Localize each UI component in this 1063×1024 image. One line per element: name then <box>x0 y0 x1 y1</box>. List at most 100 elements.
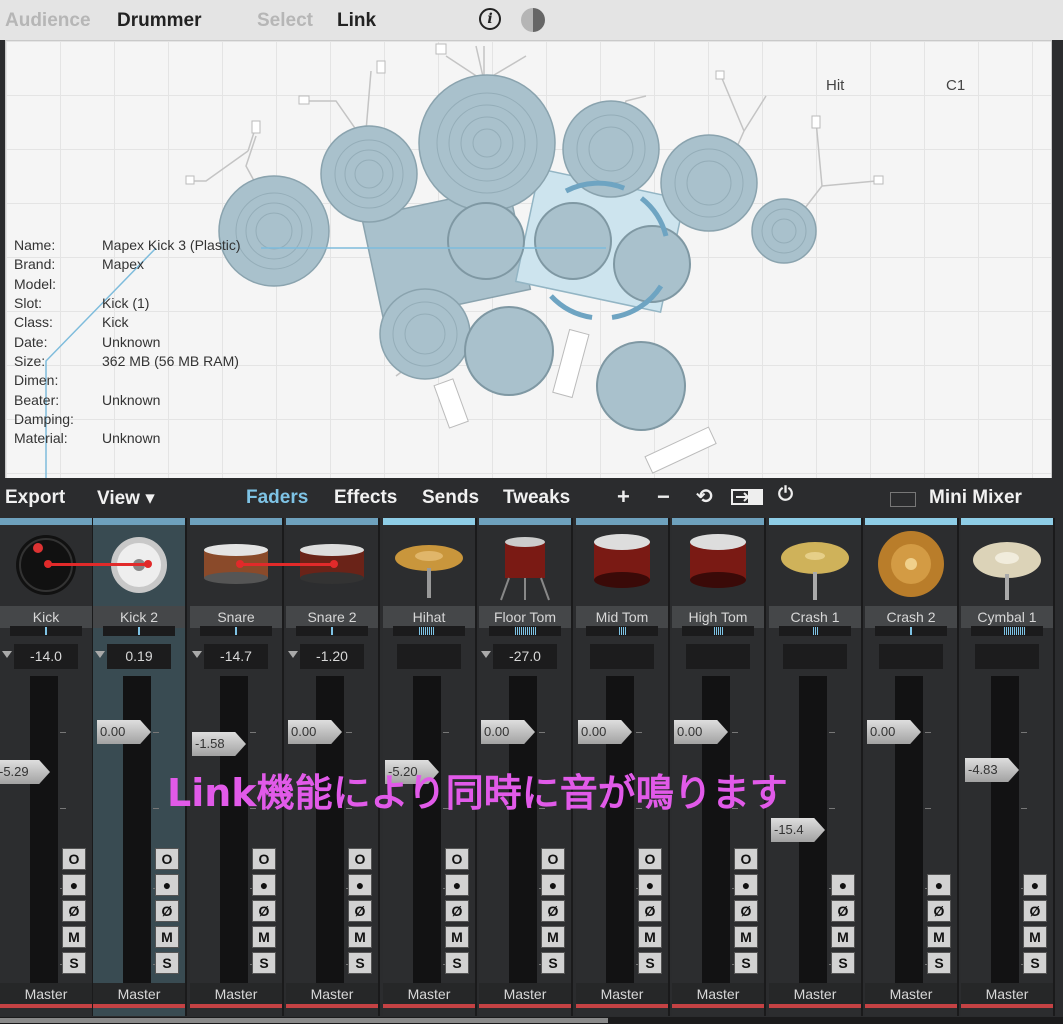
instrument-thumbnail[interactable] <box>971 528 1043 602</box>
channel-name[interactable]: Snare <box>190 606 282 628</box>
mute-button[interactable]: M <box>155 926 179 948</box>
pan-control[interactable] <box>393 626 465 636</box>
channel-name[interactable]: Crash 2 <box>865 606 957 628</box>
gain-field[interactable]: 0.19 <box>107 644 171 669</box>
tab-tweaks[interactable]: Tweaks <box>503 487 570 509</box>
phase-invert-button[interactable]: Ø <box>927 900 951 922</box>
phase-invert-button[interactable]: Ø <box>348 900 372 922</box>
pan-control[interactable] <box>971 626 1043 636</box>
gain-field[interactable] <box>879 644 943 669</box>
output-bus[interactable]: Master <box>383 983 475 1005</box>
horizontal-scrollbar[interactable] <box>0 1017 1063 1024</box>
output-routing-icon[interactable] <box>731 488 765 506</box>
output-button[interactable]: O <box>445 848 469 870</box>
output-button[interactable]: O <box>541 848 565 870</box>
record-button[interactable]: ● <box>541 874 565 896</box>
solo-button[interactable]: S <box>927 952 951 974</box>
record-button[interactable]: ● <box>734 874 758 896</box>
instrument-thumbnail[interactable] <box>489 528 561 602</box>
refresh-icon[interactable]: ⟲ <box>696 484 713 509</box>
fader-track[interactable] <box>220 676 248 1001</box>
record-button[interactable]: ● <box>831 874 855 896</box>
tab-sends[interactable]: Sends <box>422 487 479 509</box>
theme-toggle-icon[interactable] <box>521 8 545 32</box>
add-icon[interactable]: + <box>617 484 630 510</box>
volume-fader[interactable]: -15.4 <box>771 818 825 842</box>
gain-dropdown-icon[interactable] <box>192 651 202 658</box>
solo-button[interactable]: S <box>1023 952 1047 974</box>
channel-name[interactable]: Snare 2 <box>286 606 378 628</box>
solo-button[interactable]: S <box>734 952 758 974</box>
instrument-thumbnail[interactable] <box>393 528 465 602</box>
mute-button[interactable]: M <box>1023 926 1047 948</box>
volume-fader[interactable]: -1.58 <box>192 732 246 756</box>
record-button[interactable]: ● <box>638 874 662 896</box>
fader-track[interactable] <box>30 676 58 1001</box>
mute-button[interactable]: M <box>252 926 276 948</box>
gain-field[interactable] <box>975 644 1039 669</box>
output-bus[interactable]: Master <box>961 983 1053 1005</box>
output-bus[interactable]: Master <box>576 983 668 1005</box>
pan-control[interactable] <box>875 626 947 636</box>
volume-fader[interactable]: 0.00 <box>578 720 632 744</box>
output-bus[interactable]: Master <box>865 983 957 1005</box>
output-button[interactable]: O <box>348 848 372 870</box>
gain-field[interactable]: -1.20 <box>300 644 364 669</box>
remove-icon[interactable]: − <box>657 484 670 510</box>
gain-field[interactable] <box>397 644 461 669</box>
gain-dropdown-icon[interactable] <box>2 651 12 658</box>
phase-invert-button[interactable]: Ø <box>445 900 469 922</box>
tab-audience[interactable]: Audience <box>5 10 91 32</box>
output-bus[interactable]: Master <box>479 983 571 1005</box>
gain-field[interactable] <box>590 644 654 669</box>
instrument-thumbnail[interactable] <box>875 528 947 602</box>
pan-control[interactable] <box>103 626 175 636</box>
output-bus[interactable]: Master <box>0 983 92 1005</box>
tab-drummer[interactable]: Drummer <box>117 10 201 32</box>
mute-button[interactable]: M <box>831 926 855 948</box>
phase-invert-button[interactable]: Ø <box>62 900 86 922</box>
instrument-thumbnail[interactable] <box>682 528 754 602</box>
channel-name[interactable]: Cymbal 1 <box>961 606 1053 628</box>
channel-name[interactable]: Crash 1 <box>769 606 861 628</box>
phase-invert-button[interactable]: Ø <box>831 900 855 922</box>
gain-field[interactable]: -14.7 <box>204 644 268 669</box>
mini-mixer-checkbox[interactable] <box>890 492 916 507</box>
pan-control[interactable] <box>296 626 368 636</box>
output-bus[interactable]: Master <box>286 983 378 1005</box>
volume-fader[interactable]: 0.00 <box>674 720 728 744</box>
pan-control[interactable] <box>779 626 851 636</box>
channel-strip[interactable]: Kick -14.0 -5.29 O ● Ø M S Master <box>0 518 94 1016</box>
record-button[interactable]: ● <box>348 874 372 896</box>
channel-strip[interactable]: Crash 2 0.00 ● Ø M S Master <box>865 518 959 1016</box>
gain-field[interactable] <box>783 644 847 669</box>
tab-faders[interactable]: Faders <box>246 487 308 509</box>
pan-control[interactable] <box>682 626 754 636</box>
volume-fader[interactable]: -4.83 <box>965 758 1019 782</box>
instrument-thumbnail[interactable] <box>779 528 851 602</box>
phase-invert-button[interactable]: Ø <box>1023 900 1047 922</box>
volume-fader[interactable]: 0.00 <box>288 720 342 744</box>
mute-button[interactable]: M <box>445 926 469 948</box>
volume-fader[interactable]: 0.00 <box>481 720 535 744</box>
output-bus[interactable]: Master <box>769 983 861 1005</box>
mini-mixer-label[interactable]: Mini Mixer <box>929 487 1022 509</box>
mute-button[interactable]: M <box>734 926 758 948</box>
fader-track[interactable] <box>413 676 441 1001</box>
channel-name[interactable]: Mid Tom <box>576 606 668 628</box>
scrollbar-thumb[interactable] <box>0 1018 608 1023</box>
volume-fader[interactable]: 0.00 <box>97 720 151 744</box>
phase-invert-button[interactable]: Ø <box>541 900 565 922</box>
view-menu[interactable]: View ▾ <box>97 487 155 510</box>
mute-button[interactable]: M <box>348 926 372 948</box>
output-button[interactable]: O <box>62 848 86 870</box>
record-button[interactable]: ● <box>62 874 86 896</box>
channel-name[interactable]: Kick 2 <box>93 606 185 628</box>
pan-control[interactable] <box>586 626 658 636</box>
pan-control[interactable] <box>200 626 272 636</box>
output-button[interactable]: O <box>638 848 662 870</box>
output-button[interactable]: O <box>252 848 276 870</box>
solo-button[interactable]: S <box>348 952 372 974</box>
record-button[interactable]: ● <box>155 874 179 896</box>
channel-name[interactable]: Floor Tom <box>479 606 571 628</box>
